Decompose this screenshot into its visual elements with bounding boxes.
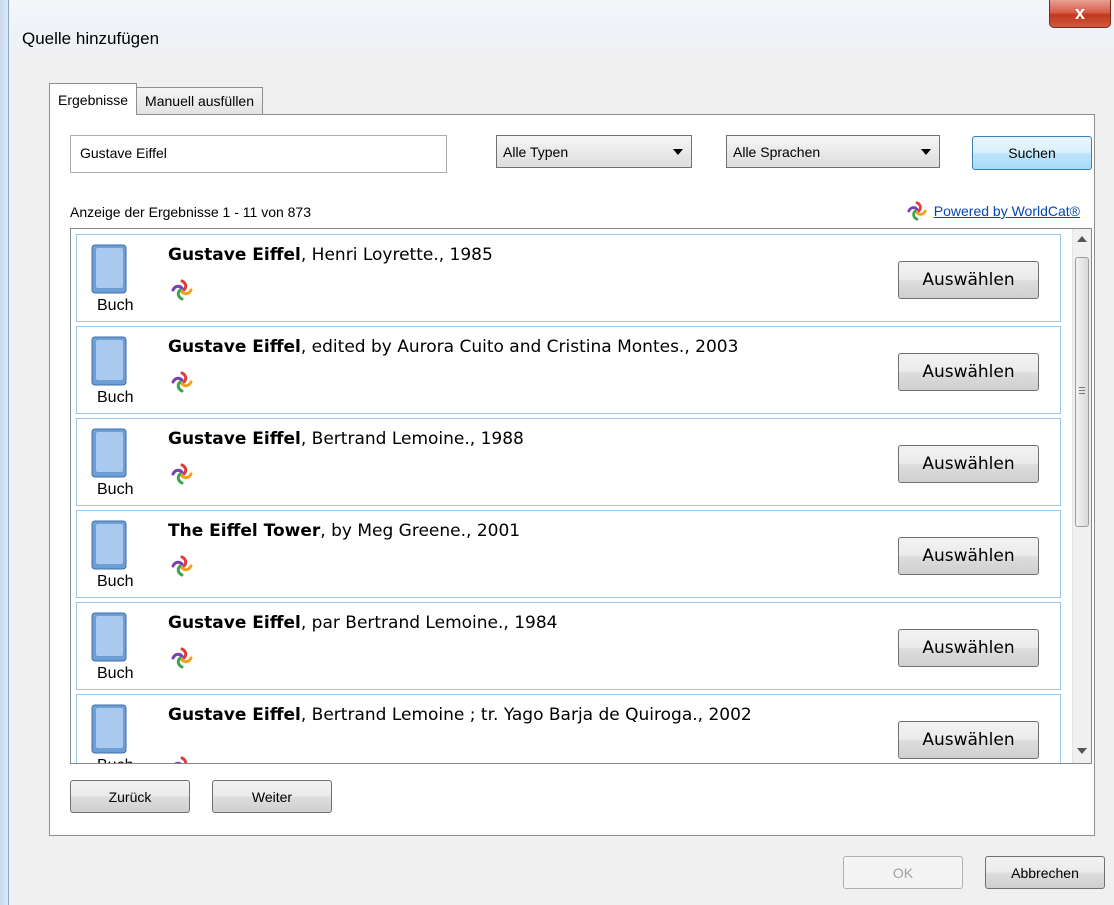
worldcat-logo-icon xyxy=(171,647,193,669)
worldcat-logo-icon xyxy=(907,201,927,221)
select-result-button[interactable]: Auswählen xyxy=(898,537,1039,575)
result-type: Buch xyxy=(97,573,134,590)
worldcat-logo-icon xyxy=(171,555,193,577)
powered-by-worldcat-link[interactable]: Powered by WorldCat® xyxy=(934,203,1080,219)
result-item: Buch Gustave Eiffel, Henri Loyrette., 19… xyxy=(76,234,1061,322)
result-type: Buch xyxy=(97,481,134,498)
worldcat-logo-icon xyxy=(174,756,188,763)
result-title-rest: , Henri Loyrette., 1985 xyxy=(300,245,493,265)
result-title-main: Gustave Eiffel xyxy=(168,245,301,265)
worldcat-logo-icon xyxy=(171,463,193,485)
select-result-button[interactable]: Auswählen xyxy=(898,721,1039,759)
search-button[interactable]: Suchen xyxy=(972,136,1092,170)
book-icon xyxy=(91,704,127,754)
type-select[interactable]: Alle Typen xyxy=(496,135,692,168)
dialog-title: Quelle hinzufügen xyxy=(22,29,160,48)
result-item: Buch Gustave Eiffel, Bertrand Lemoine., … xyxy=(76,418,1061,506)
window-left-frame xyxy=(0,0,8,905)
result-type: Buch xyxy=(97,389,134,406)
language-select[interactable]: Alle Sprachen xyxy=(726,135,940,168)
result-title-main: Gustave Eiffel xyxy=(168,429,301,449)
next-button[interactable]: Weiter xyxy=(212,780,332,813)
select-result-button[interactable]: Auswählen xyxy=(898,629,1039,667)
grip-icon xyxy=(1079,387,1085,394)
result-title: Gustave Eiffel, par Bertrand Lemoine., 1… xyxy=(168,612,888,635)
result-title-rest: , Bertrand Lemoine., 1988 xyxy=(300,429,524,449)
result-title-rest: , par Bertrand Lemoine., 1984 xyxy=(300,613,558,633)
close-button[interactable]: x xyxy=(1049,0,1111,28)
book-icon xyxy=(91,520,127,570)
chevron-down-icon xyxy=(921,149,931,155)
result-item: Buch Gustave Eiffel, Bertrand Lemoine ; … xyxy=(76,694,1061,763)
select-result-button[interactable]: Auswählen xyxy=(898,445,1039,483)
chevron-down-icon xyxy=(673,149,683,155)
book-icon xyxy=(91,612,127,662)
tab-results[interactable]: Ergebnisse xyxy=(49,83,138,115)
book-icon xyxy=(91,428,127,478)
worldcat-logo-icon xyxy=(171,371,193,393)
results-scrollbar[interactable] xyxy=(1072,229,1091,763)
select-result-button[interactable]: Auswählen xyxy=(898,261,1039,299)
result-title-main: Gustave Eiffel xyxy=(168,337,301,357)
tab-bar: Ergebnisse Manuell ausfüllen xyxy=(49,83,264,115)
language-select-value: Alle Sprachen xyxy=(733,144,821,160)
close-icon: x xyxy=(1074,3,1085,23)
select-result-button[interactable]: Auswählen xyxy=(898,353,1039,391)
scroll-down-icon[interactable] xyxy=(1077,748,1087,754)
result-title: The Eiffel Tower, by Meg Greene., 2001 xyxy=(168,520,888,543)
results-list[interactable]: Buch Gustave Eiffel, Henri Loyrette., 19… xyxy=(70,228,1092,764)
result-title-rest: , by Meg Greene., 2001 xyxy=(320,521,521,541)
dialog-window: Quelle hinzufügen x Ergebnisse Manuell a… xyxy=(8,0,1114,905)
results-panel: Gustave Eiffel Alle Typen Alle Sprachen … xyxy=(49,114,1095,836)
result-title: Gustave Eiffel, Bertrand Lemoine., 1988 xyxy=(168,428,888,451)
book-icon xyxy=(91,244,127,294)
worldcat-attribution: Powered by WorldCat® xyxy=(906,200,1080,222)
result-type: Buch xyxy=(97,665,134,682)
result-title-main: Gustave Eiffel xyxy=(168,705,301,725)
result-title-main: Gustave Eiffel xyxy=(168,613,301,633)
type-select-value: Alle Typen xyxy=(503,144,569,160)
result-title: Gustave Eiffel, edited by Aurora Cuito a… xyxy=(168,336,888,359)
result-title-rest: , edited by Aurora Cuito and Cristina Mo… xyxy=(300,337,739,357)
search-input[interactable]: Gustave Eiffel xyxy=(70,135,447,173)
result-item: Buch Gustave Eiffel, edited by Aurora Cu… xyxy=(76,326,1061,414)
result-summary: Anzeige der Ergebnisse 1 - 11 von 873 xyxy=(70,204,312,220)
cancel-button[interactable]: Abbrechen xyxy=(985,856,1105,889)
result-title-main: The Eiffel Tower xyxy=(168,521,321,541)
result-title: Gustave Eiffel, Henri Loyrette., 1985 xyxy=(168,244,888,267)
worldcat-logo-icon xyxy=(171,279,193,301)
result-title: Gustave Eiffel, Bertrand Lemoine ; tr. Y… xyxy=(168,704,888,727)
back-button[interactable]: Zurück xyxy=(70,780,190,813)
scroll-up-icon[interactable] xyxy=(1077,236,1087,242)
result-type: Buch xyxy=(97,297,134,314)
title-bar: Quelle hinzufügen x xyxy=(9,0,1114,60)
result-item: Buch Gustave Eiffel, par Bertrand Lemoin… xyxy=(76,602,1061,690)
ok-button[interactable]: OK xyxy=(843,856,963,889)
tab-manual[interactable]: Manuell ausfüllen xyxy=(136,87,264,115)
scroll-thumb[interactable] xyxy=(1075,257,1089,527)
result-item: Buch The Eiffel Tower, by Meg Greene., 2… xyxy=(76,510,1061,598)
book-icon xyxy=(91,336,127,386)
result-type: Buch xyxy=(97,757,133,763)
result-title-rest: , Bertrand Lemoine ; tr. Yago Barja de Q… xyxy=(300,705,752,725)
